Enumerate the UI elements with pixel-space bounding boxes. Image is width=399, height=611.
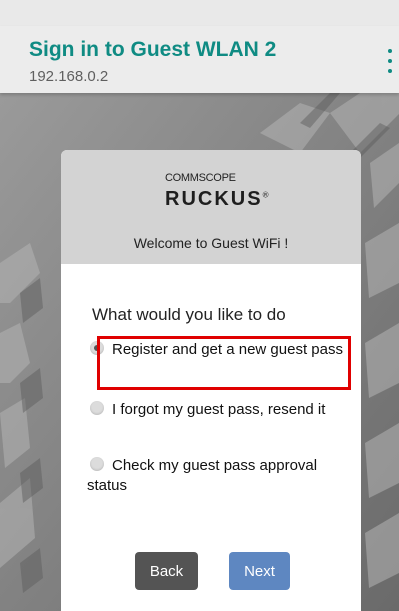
card-header: COMMSCOPE RUCKUS® Welcome to Guest WiFi … — [61, 150, 361, 264]
question-heading: What would you like to do — [92, 305, 286, 324]
next-button[interactable]: Next — [229, 552, 290, 590]
portal-card: COMMSCOPE RUCKUS® Welcome to Guest WiFi … — [61, 150, 361, 611]
commscope-logo: COMMSCOPE — [165, 172, 236, 184]
option-forgot-pass-label: I forgot my guest pass, resend it — [112, 401, 326, 418]
option-check-status-label: Check my guest pass approval status — [87, 457, 318, 494]
ruckus-logo: RUCKUS® — [165, 188, 268, 211]
app-bar: Sign in to Guest WLAN 2 192.168.0.2 — [0, 26, 399, 93]
radio-unselected-icon[interactable] — [90, 401, 104, 415]
welcome-message: Welcome to Guest WiFi ! — [133, 235, 289, 251]
registered-mark: ® — [262, 190, 269, 200]
radio-selected-icon[interactable] — [90, 341, 104, 355]
page-url: 192.168.0.2 — [29, 68, 109, 85]
radio-unselected-icon[interactable] — [90, 457, 104, 471]
page-title: Sign in to Guest WLAN 2 — [29, 38, 277, 61]
ruckus-wordmark: RUCKUS — [165, 188, 263, 210]
more-vert-icon[interactable] — [383, 46, 397, 76]
captive-portal-screen: Sign in to Guest WLAN 2 192.168.0.2 COMM… — [0, 0, 399, 611]
option-forgot-pass[interactable]: I forgot my guest pass, resend it — [87, 400, 345, 420]
option-register[interactable]: Register and get a new guest pass — [87, 340, 345, 360]
status-bar — [0, 0, 399, 26]
option-check-status[interactable]: Check my guest pass approval status — [87, 456, 345, 496]
back-button[interactable]: Back — [135, 552, 198, 590]
option-register-label: Register and get a new guest pass — [112, 341, 343, 358]
